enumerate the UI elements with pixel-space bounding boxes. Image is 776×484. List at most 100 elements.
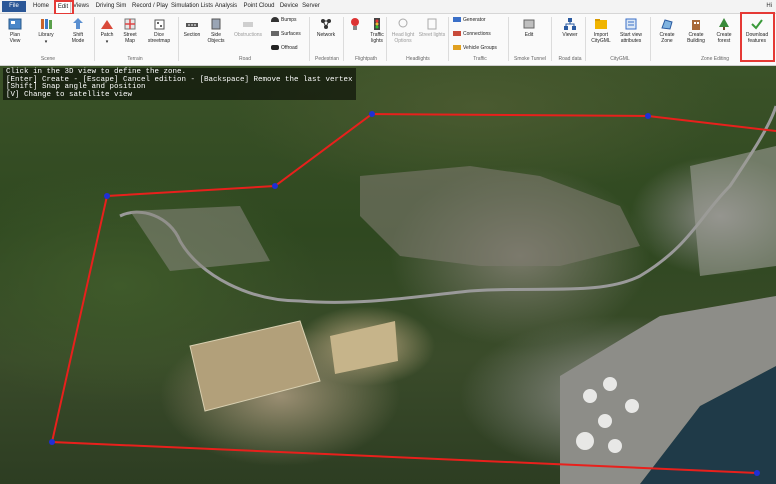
traffic-lights-icon	[374, 18, 380, 30]
tab-views[interactable]: Views	[72, 1, 90, 12]
create-zone-icon	[661, 19, 673, 30]
bumps-icon	[271, 17, 279, 23]
divider	[448, 17, 449, 61]
start-view-attributes-button[interactable]: Start view attributes	[617, 17, 645, 44]
download-features-button[interactable]: Download features	[742, 17, 772, 44]
tab-edit[interactable]: Edit	[55, 1, 71, 13]
menu-bar: File Home Edit Views Driving Sim Record …	[0, 0, 776, 14]
zone-vertex[interactable]	[49, 439, 55, 445]
group-zone-editing: Zone Editing	[700, 56, 730, 62]
group-road-data: Road data	[558, 56, 582, 62]
surfaces-icon	[271, 31, 279, 37]
patch-button[interactable]: Patch ▾	[97, 17, 117, 45]
divider	[343, 17, 344, 61]
3d-viewport[interactable]: Click in the 3D view to define the zone.…	[0, 66, 776, 484]
group-headlights: Headlights	[406, 56, 430, 62]
group-flightpath: Flightpath	[355, 56, 377, 62]
tab-point-cloud[interactable]: Point Cloud	[242, 1, 276, 12]
help-label[interactable]: Hi	[766, 1, 772, 12]
edit-button[interactable]: Edit	[518, 17, 540, 38]
group-pedestrian: Pedestrian	[315, 56, 339, 62]
tab-server[interactable]: Server	[301, 1, 321, 12]
street-map-icon	[124, 18, 136, 30]
connections-button[interactable]: Connections	[453, 31, 491, 38]
divider	[585, 17, 586, 61]
street-lights-button[interactable]: Street lights	[418, 17, 446, 38]
generator-button[interactable]: Generator	[453, 17, 486, 24]
ribbon: Plan View Library ▾ Shift Mode Scene Pat…	[0, 14, 776, 66]
divider	[178, 17, 179, 61]
section-button[interactable]: Section	[181, 17, 203, 38]
zone-vertex[interactable]	[272, 183, 278, 189]
hillside-buildings	[130, 206, 270, 271]
offroad-button[interactable]: Offroad	[271, 45, 298, 52]
viewer-button[interactable]: Viewer	[558, 17, 582, 38]
start-view-icon	[625, 18, 637, 30]
generator-icon	[453, 17, 461, 23]
group-road: Road	[239, 56, 251, 62]
bumps-button[interactable]: Bumps	[271, 17, 297, 24]
divider	[386, 17, 387, 61]
tab-file[interactable]: File	[2, 1, 26, 12]
download-features-icon	[751, 19, 763, 30]
dice-streetmap-button[interactable]: Dice streetmap	[144, 17, 174, 44]
import-citygml-button[interactable]: Import CityGML	[588, 17, 614, 44]
chevron-down-icon: ▾	[44, 39, 48, 45]
obstructions-button[interactable]: Obstructions	[231, 17, 265, 38]
create-zone-button[interactable]: Create Zone	[655, 17, 679, 44]
group-scene: Scene	[40, 56, 56, 62]
street-map-button[interactable]: Street Map	[119, 17, 141, 44]
instruction-line: [V] Change to satellite view	[6, 90, 133, 99]
side-objects-icon	[211, 18, 221, 30]
zone-vertex[interactable]	[369, 111, 375, 117]
tab-simulation-lists[interactable]: Simulation Lists	[171, 1, 213, 12]
tab-device[interactable]: Device	[279, 1, 299, 12]
tab-home[interactable]: Home	[30, 1, 52, 12]
divider	[650, 17, 651, 61]
divider	[94, 17, 95, 61]
import-citygml-icon	[595, 19, 607, 29]
plan-view-button[interactable]: Plan View	[4, 17, 26, 44]
tab-driving-sim[interactable]: Driving Sim	[93, 1, 129, 12]
create-building-button[interactable]: Create Building	[683, 17, 709, 44]
create-forest-button[interactable]: Create forest	[712, 17, 736, 44]
divider	[508, 17, 509, 61]
plan-view-icon	[8, 18, 22, 30]
connections-icon	[453, 31, 461, 37]
industrial-area	[690, 146, 776, 276]
head-light-icon	[398, 18, 408, 28]
library-button[interactable]: Library ▾	[34, 17, 58, 45]
patch-icon	[101, 20, 113, 29]
group-traffic: Traffic	[473, 56, 487, 62]
group-citygml: CityGML	[610, 56, 630, 62]
sports-field	[189, 320, 321, 412]
network-icon	[321, 19, 331, 29]
tab-record-play[interactable]: Record / Play	[131, 1, 169, 12]
shift-mode-button[interactable]: Shift Mode	[66, 17, 90, 44]
zone-vertex[interactable]	[645, 113, 651, 119]
section-icon	[186, 23, 198, 27]
head-light-options-button[interactable]: Head light Options	[389, 17, 417, 44]
dice-icon	[154, 19, 165, 30]
divider	[551, 17, 552, 61]
create-building-icon	[692, 20, 700, 30]
network-button[interactable]: Network	[312, 17, 340, 38]
viewer-icon	[564, 18, 576, 30]
vehicle-groups-button[interactable]: Vehicle Groups	[453, 45, 497, 52]
create-forest-icon	[719, 18, 729, 30]
zone-vertex[interactable]	[754, 470, 760, 476]
group-terrain: Terrain	[127, 56, 143, 62]
tab-analysis[interactable]: Analysis	[213, 1, 239, 12]
side-objects-button[interactable]: Side Objects	[205, 17, 227, 44]
flightpath-icon	[351, 18, 359, 30]
offroad-icon	[271, 45, 279, 51]
flightpath-button[interactable]	[345, 17, 365, 31]
traffic-lights-button[interactable]: Traffic lights	[366, 17, 388, 44]
library-icon	[41, 19, 52, 29]
divider	[309, 17, 310, 61]
town-area	[360, 166, 640, 266]
satellite-scene	[49, 105, 776, 484]
zone-vertex[interactable]	[104, 193, 110, 199]
surfaces-button[interactable]: Surfaces	[271, 31, 301, 38]
group-smoke-tunnel: Smoke Tunnel	[514, 56, 546, 62]
